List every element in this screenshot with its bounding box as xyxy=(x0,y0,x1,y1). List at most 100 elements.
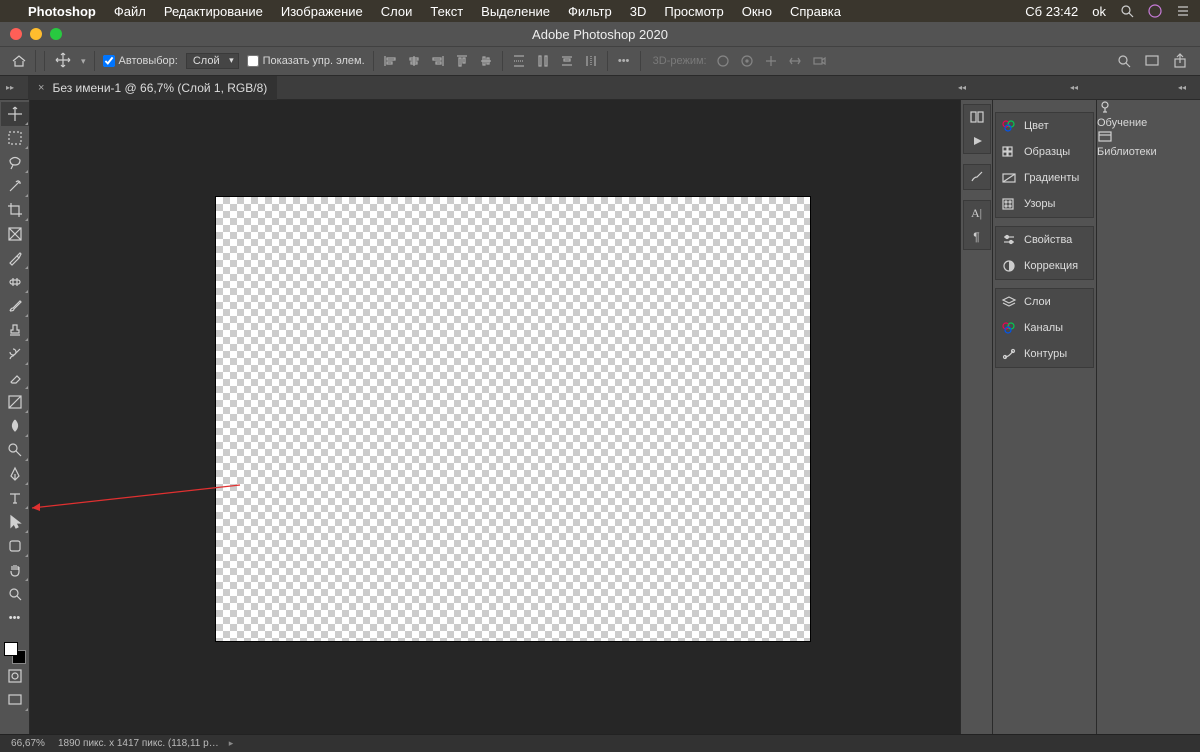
canvas-area[interactable] xyxy=(30,100,960,734)
zoom-tool[interactable] xyxy=(1,582,29,606)
collapse-colA-icon[interactable]: ◂◂ xyxy=(956,83,968,92)
close-tab-icon[interactable]: × xyxy=(38,82,44,94)
brushes-panel-icon[interactable] xyxy=(968,169,986,185)
shape-tool[interactable] xyxy=(1,534,29,558)
screenmode-icon[interactable]: ▾ xyxy=(1144,53,1160,69)
edit-toolbar-icon[interactable]: ••• xyxy=(1,606,29,630)
panel-layers[interactable]: Слои xyxy=(996,289,1093,315)
eraser-tool[interactable] xyxy=(1,366,29,390)
align-vcenter-icon[interactable] xyxy=(478,53,494,69)
marquee-tool[interactable] xyxy=(1,126,29,150)
panel-properties[interactable]: Свойства xyxy=(996,227,1093,253)
align-left-icon[interactable] xyxy=(382,53,398,69)
share-icon[interactable] xyxy=(1172,53,1188,69)
align-top-icon[interactable] xyxy=(454,53,470,69)
blur-tool[interactable] xyxy=(1,414,29,438)
menu-select[interactable]: Выделение xyxy=(481,4,550,19)
search-icon[interactable] xyxy=(1116,53,1132,69)
3d-roll-icon[interactable] xyxy=(739,53,755,69)
autoselect-dropdown[interactable]: Слой xyxy=(186,53,239,69)
menubar-user[interactable]: ok xyxy=(1092,4,1106,19)
3d-camera-icon[interactable] xyxy=(811,53,827,69)
stamp-tool[interactable] xyxy=(1,318,29,342)
character-panel-icon[interactable]: A| xyxy=(968,205,986,221)
crop-tool[interactable] xyxy=(1,198,29,222)
eyedropper-tool[interactable] xyxy=(1,246,29,270)
more-align-icon[interactable]: ••• xyxy=(616,53,632,69)
magic-wand-tool[interactable] xyxy=(1,174,29,198)
3d-mode-label: 3D-режим: xyxy=(653,55,707,67)
menu-window[interactable]: Окно xyxy=(742,4,772,19)
actions-panel-icon[interactable] xyxy=(968,133,986,149)
quickmask-icon[interactable] xyxy=(1,664,29,688)
window-minimize-button[interactable] xyxy=(30,28,42,40)
move-tool[interactable] xyxy=(1,102,29,126)
menu-text[interactable]: Текст xyxy=(430,4,463,19)
3d-slide-icon[interactable] xyxy=(787,53,803,69)
dist-bottom-icon[interactable] xyxy=(559,53,575,69)
dodge-tool[interactable] xyxy=(1,438,29,462)
panel-color[interactable]: Цвет xyxy=(996,113,1093,139)
menubar-clock[interactable]: Сб 23:42 xyxy=(1025,4,1078,19)
document-canvas[interactable] xyxy=(216,197,810,641)
show-controls-checkbox[interactable]: Показать упр. элем. xyxy=(247,55,365,67)
panel-libraries[interactable]: Библиотеки xyxy=(1097,129,1200,158)
paragraph-panel-icon[interactable]: ¶ xyxy=(968,229,986,245)
align-right-icon[interactable] xyxy=(430,53,446,69)
collapse-colD-icon[interactable]: ◂◂ xyxy=(1176,83,1188,92)
panel-channels[interactable]: Каналы xyxy=(996,315,1093,341)
document-tab[interactable]: × Без имени-1 @ 66,7% (Слой 1, RGB/8) xyxy=(28,76,277,100)
status-menu-icon[interactable]: ▸ xyxy=(229,738,234,749)
window-close-button[interactable] xyxy=(10,28,22,40)
siri-icon[interactable] xyxy=(1148,4,1162,18)
dist-vcenter-icon[interactable] xyxy=(535,53,551,69)
screenmode-tool-icon[interactable] xyxy=(1,688,29,712)
zoom-level[interactable]: 66,67% xyxy=(8,738,48,749)
3d-pan-icon[interactable] xyxy=(763,53,779,69)
menu-layers[interactable]: Слои xyxy=(381,4,413,19)
window-zoom-button[interactable] xyxy=(50,28,62,40)
panel-gradients[interactable]: Градиенты xyxy=(996,165,1093,191)
history-panel-icon[interactable] xyxy=(968,109,986,125)
panel-paths[interactable]: Контуры xyxy=(996,341,1093,367)
menu-file[interactable]: Файл xyxy=(114,4,146,19)
home-button[interactable] xyxy=(8,50,36,72)
spotlight-icon[interactable] xyxy=(1120,4,1134,18)
brush-tool[interactable] xyxy=(1,294,29,318)
type-tool[interactable] xyxy=(1,486,29,510)
channels-panel-icon xyxy=(1000,320,1018,336)
healing-tool[interactable] xyxy=(1,270,29,294)
gradient-tool[interactable] xyxy=(1,390,29,414)
document-dimensions[interactable]: 1890 пикс. x 1417 пикс. (118,11 p… xyxy=(58,738,219,749)
dist-h-icon[interactable] xyxy=(583,53,599,69)
menu-filter[interactable]: Фильтр xyxy=(568,4,612,19)
3d-orbit-icon[interactable] xyxy=(715,53,731,69)
menu-3d[interactable]: 3D xyxy=(630,4,647,19)
dist-top-icon[interactable] xyxy=(511,53,527,69)
menu-image[interactable]: Изображение xyxy=(281,4,363,19)
notifications-icon[interactable] xyxy=(1176,4,1190,18)
hand-tool[interactable] xyxy=(1,558,29,582)
app-name[interactable]: Photoshop xyxy=(28,4,96,19)
color-swatches[interactable] xyxy=(4,642,26,664)
panel-swatches[interactable]: Образцы xyxy=(996,139,1093,165)
color-panel-icon xyxy=(1000,118,1018,134)
panel-adjustments[interactable]: Коррекция xyxy=(996,253,1093,279)
expand-toolbar-icon[interactable]: ▸▸ xyxy=(4,83,16,92)
path-select-tool[interactable] xyxy=(1,510,29,534)
panel-learn[interactable]: Обучение xyxy=(1097,100,1200,129)
menu-edit[interactable]: Редактирование xyxy=(164,4,263,19)
panel-patterns[interactable]: Узоры xyxy=(996,191,1093,217)
patterns-panel-icon xyxy=(1000,196,1018,212)
frame-tool[interactable] xyxy=(1,222,29,246)
layers-panel-icon xyxy=(1000,294,1018,310)
align-hcenter-icon[interactable] xyxy=(406,53,422,69)
mac-menubar: Photoshop Файл Редактирование Изображени… xyxy=(0,0,1200,22)
history-brush-tool[interactable] xyxy=(1,342,29,366)
collapse-colC-icon[interactable]: ◂◂ xyxy=(1068,83,1080,92)
menu-view[interactable]: Просмотр xyxy=(664,4,723,19)
menu-help[interactable]: Справка xyxy=(790,4,841,19)
pen-tool[interactable] xyxy=(1,462,29,486)
autoselect-checkbox[interactable]: Автовыбор: xyxy=(103,55,178,67)
lasso-tool[interactable] xyxy=(1,150,29,174)
